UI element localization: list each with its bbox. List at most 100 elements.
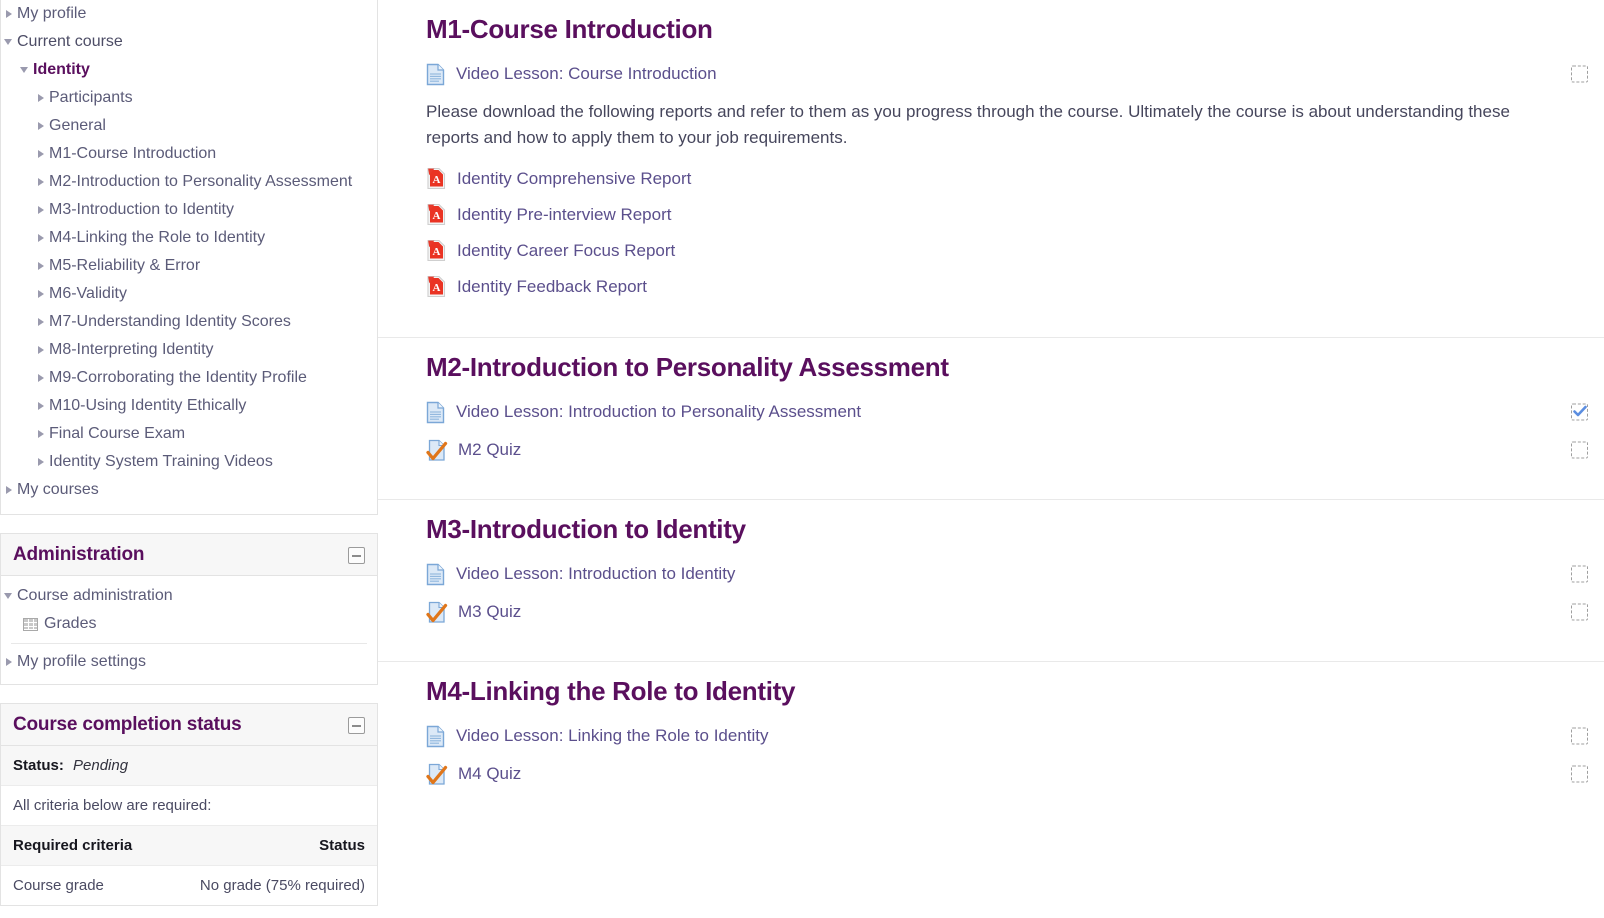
chevron-right-icon[interactable] [33, 336, 49, 364]
sidebar-item-label: M4-Linking the Role to Identity [49, 229, 266, 246]
completion-checkbox-unchecked[interactable] [1571, 565, 1588, 583]
completion-checkbox-unchecked[interactable] [1571, 603, 1588, 621]
course-completion-status-block: Course completion status Status: Pending… [0, 703, 378, 906]
sidebar-item-identity-system-training-videos[interactable]: Identity System Training Videos [1, 448, 377, 476]
chevron-right-icon[interactable] [33, 140, 49, 168]
activity-link[interactable]: Video Lesson: Linking the Role to Identi… [456, 726, 769, 746]
sidebar-item-grades[interactable]: Grades [1, 610, 377, 638]
grid-icon [23, 617, 38, 631]
sidebar-item-m5-reliability-error[interactable]: M5-Reliability & Error [1, 252, 377, 280]
sidebar-item-participants[interactable]: Participants [1, 84, 377, 112]
sidebar-item-label: My profile [17, 5, 87, 22]
completion-table-header: Required criteria Status [1, 826, 377, 866]
chevron-right-icon[interactable] [33, 364, 49, 392]
criteria-status: No grade (75% required) [199, 877, 365, 894]
chevron-right-icon[interactable] [33, 84, 49, 112]
chevron-right-icon[interactable] [33, 252, 49, 280]
resource-link[interactable]: Identity Comprehensive Report [457, 169, 691, 189]
sidebar-item-m10-using-identity-ethically[interactable]: M10-Using Identity Ethically [1, 392, 377, 420]
completion-checkbox-checked[interactable] [1571, 403, 1588, 421]
sidebar-item-m7-understanding-identity-scores[interactable]: M7-Understanding Identity Scores [1, 308, 377, 336]
course-section: M3-Introduction to Identity Video Lesson:… [378, 499, 1604, 661]
completion-checkbox-unchecked[interactable] [1571, 765, 1588, 783]
resource-item: A Identity Pre-interview Report [426, 203, 1588, 226]
sidebar-item-final-course-exam[interactable]: Final Course Exam [1, 420, 377, 448]
sidebar-item-label: M1-Course Introduction [49, 145, 217, 162]
criteria-name: Course grade [13, 877, 104, 894]
sidebar-item-m9-corroborating-the-identity-profile[interactable]: M9-Corroborating the Identity Profile [1, 364, 377, 392]
chevron-right-icon[interactable] [33, 224, 49, 252]
resource-link[interactable]: Identity Career Focus Report [457, 241, 675, 261]
sidebar-item-m6-validity[interactable]: M6-Validity [1, 280, 377, 308]
status-label: Status: [13, 757, 64, 774]
resource-link[interactable]: Identity Feedback Report [457, 277, 647, 297]
sidebar-item-label: Identity System Training Videos [49, 453, 273, 470]
chevron-right-icon[interactable] [33, 392, 49, 420]
svg-text:A: A [433, 282, 441, 294]
page-title: M4-Linking the Role to Identity [426, 676, 796, 706]
course-page: My profile Current course Identity Particip… [0, 0, 1604, 918]
course-section: M1-Course Introduction Video Lesson: Cour… [378, 0, 1604, 337]
chevron-right-icon[interactable] [1, 476, 17, 504]
chevron-right-icon[interactable] [33, 308, 49, 336]
sidebar-item-my-profile[interactable]: My profile [1, 0, 377, 28]
navigation-tree: My profile Current course Identity Particip… [1, 0, 377, 514]
course-administration-label: Course administration [17, 587, 173, 604]
activity-item: Video Lesson: Introduction to Personalit… [426, 397, 1588, 427]
grades-label: Grades [44, 615, 97, 632]
sidebar-item-identity[interactable]: Identity [1, 56, 377, 84]
course-section: M2-Introduction to Personality Assessmen… [378, 337, 1604, 499]
sidebar-item-m4-linking-the-role-to-identity[interactable]: M4-Linking the Role to Identity [1, 224, 377, 252]
completion-criteria-note: All criteria below are required: [1, 786, 377, 826]
sidebar-item-m8-interpreting-identity[interactable]: M8-Interpreting Identity [1, 336, 377, 364]
completion-checkbox-unchecked[interactable] [1571, 727, 1588, 745]
minus-icon[interactable] [348, 716, 365, 734]
sidebar-item-my-courses[interactable]: My courses [1, 476, 377, 504]
minus-icon[interactable] [348, 546, 365, 564]
completion-body: Status: Pending All criteria below are r… [1, 746, 377, 905]
quiz-icon [426, 763, 448, 786]
svg-text:A: A [433, 210, 441, 222]
completion-checkbox-unchecked[interactable] [1571, 65, 1588, 83]
chevron-down-icon[interactable] [17, 56, 33, 84]
pdf-icon: A [426, 275, 447, 298]
quiz-icon [426, 439, 448, 462]
my-profile-settings-label: My profile settings [17, 653, 146, 670]
sidebar-item-m2-introduction-to-personality-assessment[interactable]: M2-Introduction to Personality Assessmen… [1, 168, 377, 196]
resource-item: A Identity Career Focus Report [426, 239, 1588, 262]
activity-link[interactable]: Video Lesson: Introduction to Personalit… [456, 402, 861, 422]
chevron-right-icon[interactable] [33, 280, 49, 308]
chevron-right-icon[interactable] [33, 420, 49, 448]
sidebar-item-label: M10-Using Identity Ethically [49, 397, 247, 414]
sidebar-item-current-course[interactable]: Current course [1, 28, 377, 56]
chevron-down-icon[interactable] [1, 28, 17, 56]
chevron-right-icon[interactable] [33, 448, 49, 476]
pdf-icon: A [426, 239, 447, 262]
activity-link[interactable]: Video Lesson: Course Introduction [456, 64, 717, 84]
pdf-icon: A [426, 203, 447, 226]
chevron-down-icon [1, 582, 17, 610]
sidebar-item-m3-introduction-to-identity[interactable]: M3-Introduction to Identity [1, 196, 377, 224]
sidebar-item-course-administration[interactable]: Course administration [1, 582, 377, 610]
check-icon [1573, 405, 1587, 417]
resource-link[interactable]: Identity Pre-interview Report [457, 205, 671, 225]
activity-link[interactable]: Video Lesson: Introduction to Identity [456, 564, 735, 584]
chevron-right-icon[interactable] [33, 112, 49, 140]
chevron-right-icon[interactable] [33, 168, 49, 196]
chevron-right-icon[interactable] [33, 196, 49, 224]
activity-link[interactable]: M4 Quiz [458, 764, 521, 784]
resource-item: A Identity Feedback Report [426, 275, 1588, 298]
administration-block: Administration Course administration Gra… [0, 533, 378, 685]
chevron-right-icon[interactable] [1, 0, 17, 28]
sidebar-item-m1-course-introduction[interactable]: M1-Course Introduction [1, 140, 377, 168]
activity-link[interactable]: M2 Quiz [458, 440, 521, 460]
sidebar: My profile Current course Identity Particip… [0, 0, 378, 918]
completion-status-row: Status: Pending [1, 746, 377, 786]
pdf-icon: A [426, 167, 447, 190]
sidebar-item-general[interactable]: General [1, 112, 377, 140]
activity-item: M2 Quiz [426, 435, 1588, 465]
sidebar-item-my-profile-settings[interactable]: My profile settings [1, 648, 377, 676]
course-section: M4-Linking the Role to Identity Video Les… [378, 661, 1604, 823]
completion-checkbox-unchecked[interactable] [1571, 441, 1588, 459]
activity-link[interactable]: M3 Quiz [458, 602, 521, 622]
